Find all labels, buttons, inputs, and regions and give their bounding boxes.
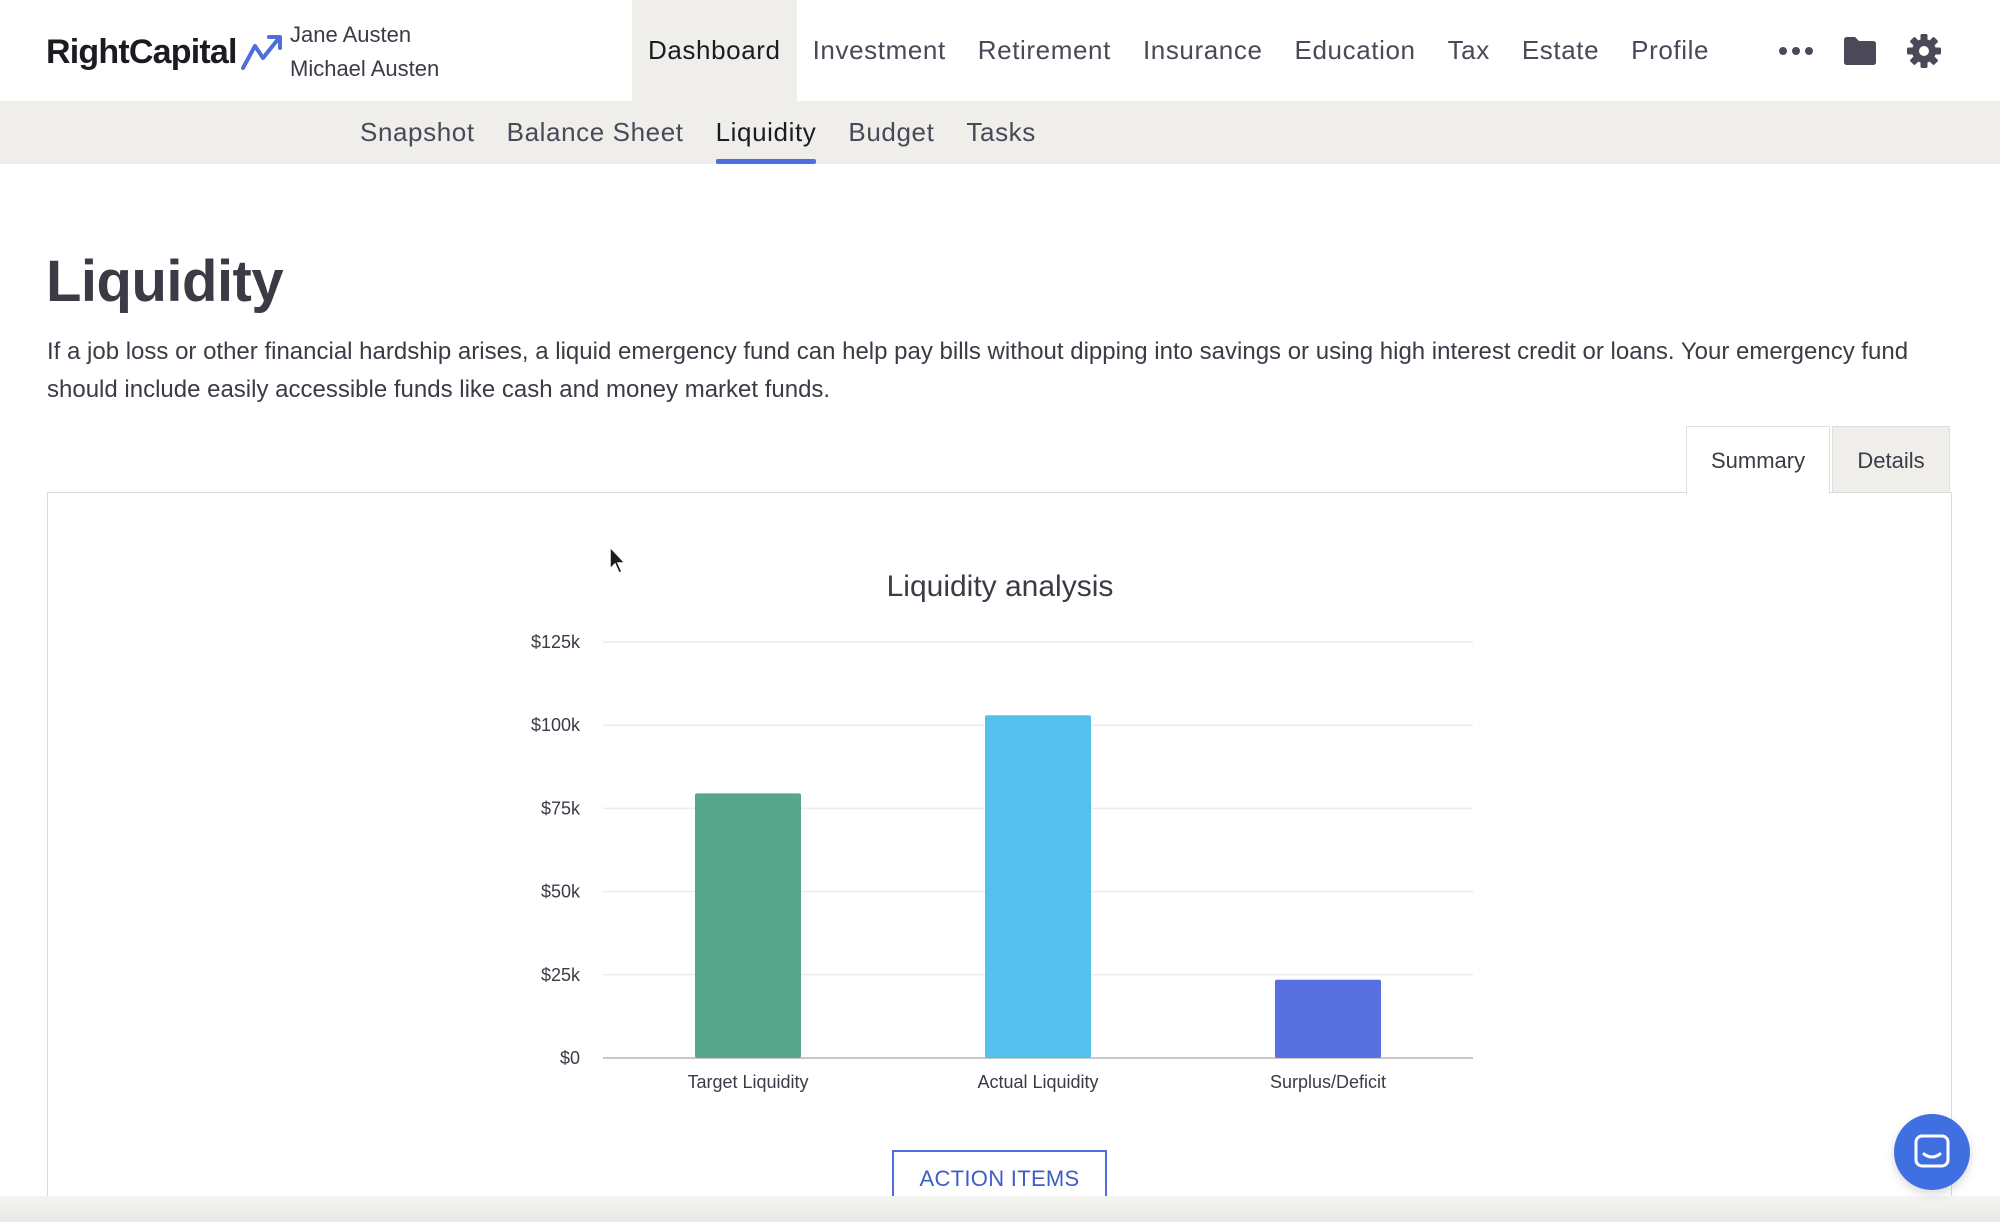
subnav-liquidity[interactable]: Liquidity [700, 101, 833, 164]
nav-estate[interactable]: Estate [1506, 0, 1615, 101]
rightcapital-logo[interactable]: RightCapital [46, 32, 285, 72]
nav-investment[interactable]: Investment [797, 0, 962, 101]
x-category-label: Surplus/Deficit [1270, 1072, 1386, 1092]
client-primary-name: Jane Austen [290, 22, 412, 47]
nav-dashboard[interactable]: Dashboard [632, 0, 797, 101]
bar-surplus-deficit[interactable] [1275, 979, 1381, 1058]
top-header: RightCapital Jane Austen Michael Austen … [0, 0, 2000, 101]
tab-summary[interactable]: Summary [1686, 426, 1830, 494]
y-tick-label: $100k [531, 715, 581, 735]
bar-target-liquidity[interactable] [695, 793, 801, 1058]
header-icons [1770, 0, 1962, 101]
client-names[interactable]: Jane Austen Michael Austen [290, 18, 439, 86]
nav-retirement[interactable]: Retirement [962, 0, 1127, 101]
main-nav: Dashboard Investment Retirement Insuranc… [632, 0, 1725, 101]
liquidity-bar-chart: $0 $25k $50k $75k $100k $125k Target Liquidity… [531, 632, 1473, 1092]
x-category-label: Target Liquidity [687, 1072, 808, 1092]
mouse-pointer-icon [609, 545, 627, 574]
folder-icon[interactable] [1834, 25, 1886, 77]
tab-details[interactable]: Details [1832, 426, 1950, 493]
bottom-edge [0, 1196, 2000, 1222]
page-description: If a job loss or other financial hardshi… [47, 338, 1909, 403]
y-tick-label: $125k [531, 632, 581, 652]
settings-gear-icon[interactable] [1898, 25, 1950, 77]
subnav-snapshot[interactable]: Snapshot [344, 101, 491, 164]
chat-support-button[interactable] [1894, 1114, 1970, 1190]
y-tick-label: $0 [560, 1048, 580, 1068]
sub-nav: Snapshot Balance Sheet Liquidity Budget … [0, 101, 2000, 164]
view-tabs: Summary Details [1686, 426, 1950, 494]
logo-arrow-icon [240, 35, 282, 70]
subnav-balance-sheet[interactable]: Balance Sheet [491, 101, 700, 164]
logo-text: RightCapital [46, 32, 237, 71]
nav-profile[interactable]: Profile [1615, 0, 1725, 101]
bar-actual-liquidity[interactable] [985, 715, 1091, 1058]
nav-insurance[interactable]: Insurance [1127, 0, 1279, 101]
y-tick-label: $50k [541, 882, 581, 902]
client-secondary-name: Michael Austen [290, 56, 440, 81]
more-icon[interactable] [1770, 25, 1822, 77]
nav-education[interactable]: Education [1279, 0, 1432, 101]
y-tick-label: $75k [541, 798, 581, 818]
page-title: Liquidity [46, 249, 284, 314]
chat-icon [1914, 1134, 1950, 1168]
subnav-budget[interactable]: Budget [832, 101, 950, 164]
x-category-label: Actual Liquidity [977, 1072, 1098, 1092]
chart-title: Liquidity analysis [886, 570, 1114, 603]
nav-tax[interactable]: Tax [1432, 0, 1506, 101]
y-tick-label: $25k [541, 965, 581, 985]
subnav-tasks[interactable]: Tasks [950, 101, 1051, 164]
